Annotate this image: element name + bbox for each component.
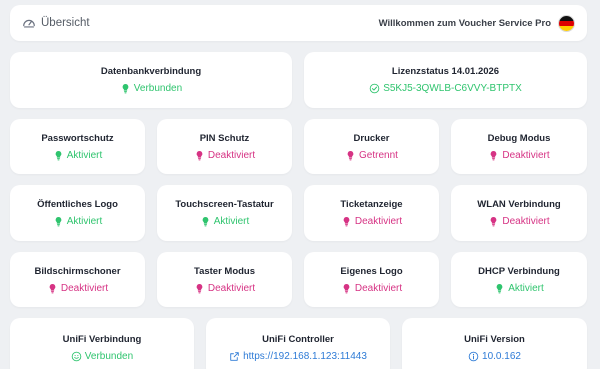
tile-status-text: Aktiviert	[66, 149, 103, 161]
bulb-icon	[196, 283, 203, 293]
tile-status-text: Verbunden	[133, 83, 183, 94]
bulb-icon	[55, 150, 62, 160]
tile-status-text: Aktiviert	[213, 216, 250, 227]
status-tile: Touchscreen-Tastatur Aktiviert	[157, 185, 292, 241]
tile-title: Eigenes Logo	[340, 265, 403, 277]
tile-status: Getrennt	[345, 150, 398, 161]
bulb-icon	[343, 283, 350, 293]
status-tile: UniFi Version 10.0.162	[402, 318, 587, 369]
tile-status-text: Deaktiviert	[60, 282, 109, 294]
tile-status-text: Deaktiviert	[502, 216, 550, 227]
tile-status: Aktiviert	[200, 216, 250, 227]
status-tile: Bildschirmschoner Deaktiviert	[10, 252, 145, 307]
tile-status-link[interactable]: https://192.168.1.123:11443	[229, 351, 367, 362]
tile-status-text: Deaktiviert	[502, 149, 550, 161]
bulb-icon	[491, 217, 497, 227]
tile-status: Aktiviert	[494, 283, 544, 294]
tile-title: Debug Modus	[487, 132, 551, 144]
status-tile: UniFi Verbindung Verbunden	[10, 318, 194, 369]
tile-status: Aktiviert	[53, 216, 103, 227]
tile-title: Touchscreen-Tastatur	[175, 199, 274, 210]
tile-title: PIN Schutz	[199, 132, 250, 144]
tile-status-text: Deaktiviert	[207, 149, 256, 161]
tile-status: Verbunden	[71, 351, 133, 362]
tile-status: Aktiviert	[53, 149, 103, 161]
tile-status: Deaktiviert	[194, 283, 255, 294]
tile-title: Drucker	[353, 132, 390, 144]
status-tile: UniFi Controller https://192.168.1.123:11…	[206, 318, 390, 369]
tile-status: Deaktiviert	[488, 149, 550, 161]
bulb-icon	[55, 217, 62, 227]
tile-title: WLAN Verbindung	[477, 199, 561, 210]
tile-status-text: Deaktiviert	[354, 216, 403, 227]
bulb-icon	[496, 283, 503, 293]
external-link-icon	[230, 352, 239, 361]
tile-status-text: Getrennt	[359, 149, 398, 161]
overview-link[interactable]: Übersicht	[22, 16, 90, 30]
status-tile: Ticketanzeige Deaktiviert	[304, 185, 439, 241]
tile-status: Deaktiviert	[47, 283, 108, 294]
smiley-icon	[71, 351, 82, 362]
status-tile: Debug Modus Deaktiviert	[451, 119, 587, 174]
bulb-icon	[491, 150, 497, 160]
bulb-icon	[202, 217, 209, 227]
bulb-icon	[347, 150, 354, 160]
tile-status: Deaktiviert	[341, 283, 402, 294]
tile-title: Lizenzstatus 14.01.2026	[391, 66, 500, 77]
tile-status-text: Aktiviert	[66, 216, 103, 227]
bulb-icon	[343, 217, 350, 227]
dashboard-gauge-icon	[23, 19, 35, 28]
top-bar: Übersicht Willkommen zum Voucher Service…	[10, 5, 587, 41]
tile-title: UniFi Version	[464, 334, 525, 345]
status-tile: Taster Modus Deaktiviert	[157, 252, 292, 307]
tile-status: Deaktiviert	[488, 216, 550, 227]
tile-title: UniFi Verbindung	[62, 334, 142, 345]
status-tile: WLAN Verbindung Deaktiviert	[451, 185, 587, 241]
status-tile: Lizenzstatus 14.01.2026 S5KJ5-3QWLB-C6VVY…	[304, 52, 587, 108]
tile-title: Datenbankverbindung	[100, 66, 202, 77]
status-tile: Eigenes Logo Deaktiviert	[304, 252, 439, 307]
tile-status-text: https://192.168.1.123:11443	[243, 351, 367, 362]
tile-status-text: Aktiviert	[508, 282, 544, 294]
tile-status: Deaktiviert	[194, 150, 255, 161]
tile-status-link[interactable]: 10.0.162	[468, 351, 521, 362]
tile-title: Öffentliches Logo	[37, 199, 118, 210]
status-tile: DHCP Verbindung Aktiviert	[451, 252, 587, 307]
info-icon	[468, 351, 479, 362]
tile-status-text: Deaktiviert	[354, 282, 403, 294]
tile-title: UniFi Controller	[262, 334, 334, 345]
tile-title: DHCP Verbindung	[478, 265, 560, 277]
bulb-icon	[196, 150, 203, 160]
tile-status-text: S5KJ5-3QWLB-C6VVY-BTPTX	[383, 83, 522, 94]
status-tile: PIN Schutz Deaktiviert	[157, 119, 292, 174]
tile-title: Ticketanzeige	[340, 199, 403, 210]
status-tile: Drucker Getrennt	[304, 119, 439, 174]
tile-status: Deaktiviert	[341, 216, 402, 227]
tile-status: S5KJ5-3QWLB-C6VVY-BTPTX	[369, 83, 522, 94]
tile-status: Verbunden	[120, 83, 182, 94]
tile-status-text: 10.0.162	[482, 351, 521, 362]
tile-title: Bildschirmschoner	[34, 265, 121, 277]
tile-status-text: Verbunden	[84, 351, 134, 362]
status-tile: Öffentliches Logo Aktiviert	[10, 185, 145, 241]
status-tile: Datenbankverbindung Verbunden	[10, 52, 292, 108]
check-circle-icon	[369, 83, 380, 94]
tile-title: Taster Modus	[193, 265, 256, 277]
overview-label: Übersicht	[41, 17, 90, 29]
bulb-icon	[49, 283, 56, 293]
tile-title: Passwortschutz	[41, 132, 114, 144]
status-tile: Passwortschutz Aktiviert	[10, 119, 145, 174]
tile-status-text: Deaktiviert	[207, 282, 256, 294]
germany-flag-icon[interactable]	[558, 14, 575, 32]
bulb-icon	[122, 84, 129, 94]
welcome-text: Willkommen zum Voucher Service Pro	[378, 17, 551, 29]
